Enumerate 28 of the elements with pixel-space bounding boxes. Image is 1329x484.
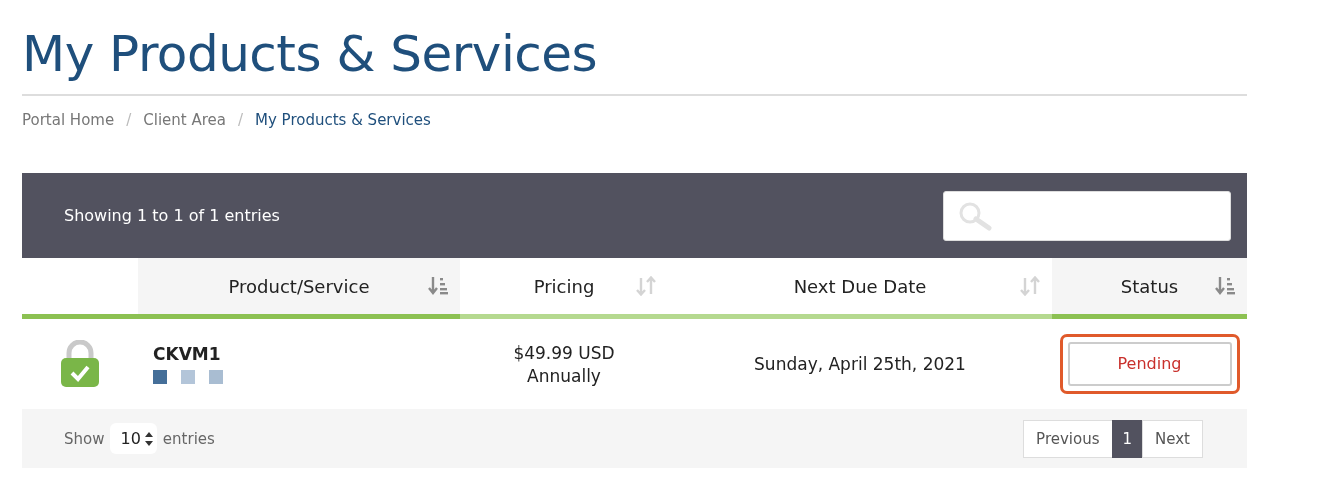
sort-descending-icon bbox=[428, 276, 448, 296]
sort-descending-icon bbox=[1215, 276, 1235, 296]
pagination-button[interactable]: Next bbox=[1142, 419, 1203, 458]
entries-label: entries bbox=[162, 429, 215, 448]
show-label: Show bbox=[64, 429, 105, 448]
due-date: Sunday, April 25th, 2021 bbox=[754, 354, 966, 374]
billing-cycle: Annually bbox=[527, 365, 601, 386]
entries-info: Showing 1 to 1 of 1 entries bbox=[64, 206, 280, 225]
status-label: Pending bbox=[1067, 342, 1232, 386]
sort-icon bbox=[636, 276, 656, 296]
padlock-check-icon bbox=[60, 340, 100, 388]
breadcrumb-link[interactable]: My Products & Services bbox=[255, 111, 431, 129]
pagination-button[interactable]: Previous bbox=[1023, 419, 1113, 458]
sort-icon bbox=[1020, 276, 1040, 296]
page-title: My Products & Services bbox=[22, 24, 599, 85]
breadcrumb-link[interactable]: Portal Home bbox=[22, 111, 115, 129]
search-icon bbox=[958, 200, 992, 231]
spinner-arrows-icon bbox=[144, 431, 153, 446]
product-name[interactable]: CKVM1 bbox=[153, 344, 221, 364]
page-length-select[interactable]: 10 bbox=[110, 423, 157, 454]
page-number-button[interactable]: 1 bbox=[1111, 419, 1144, 458]
price-amount: $49.99 USD bbox=[513, 342, 615, 363]
column-header[interactable]: Product/Service bbox=[138, 258, 460, 314]
breadcrumb-link[interactable]: Client Area bbox=[143, 111, 226, 129]
column-header[interactable]: Status bbox=[1052, 258, 1247, 314]
breadcrumb-separator: / bbox=[237, 111, 243, 129]
search-field[interactable] bbox=[943, 190, 1231, 241]
breadcrumb-separator: / bbox=[126, 111, 132, 129]
